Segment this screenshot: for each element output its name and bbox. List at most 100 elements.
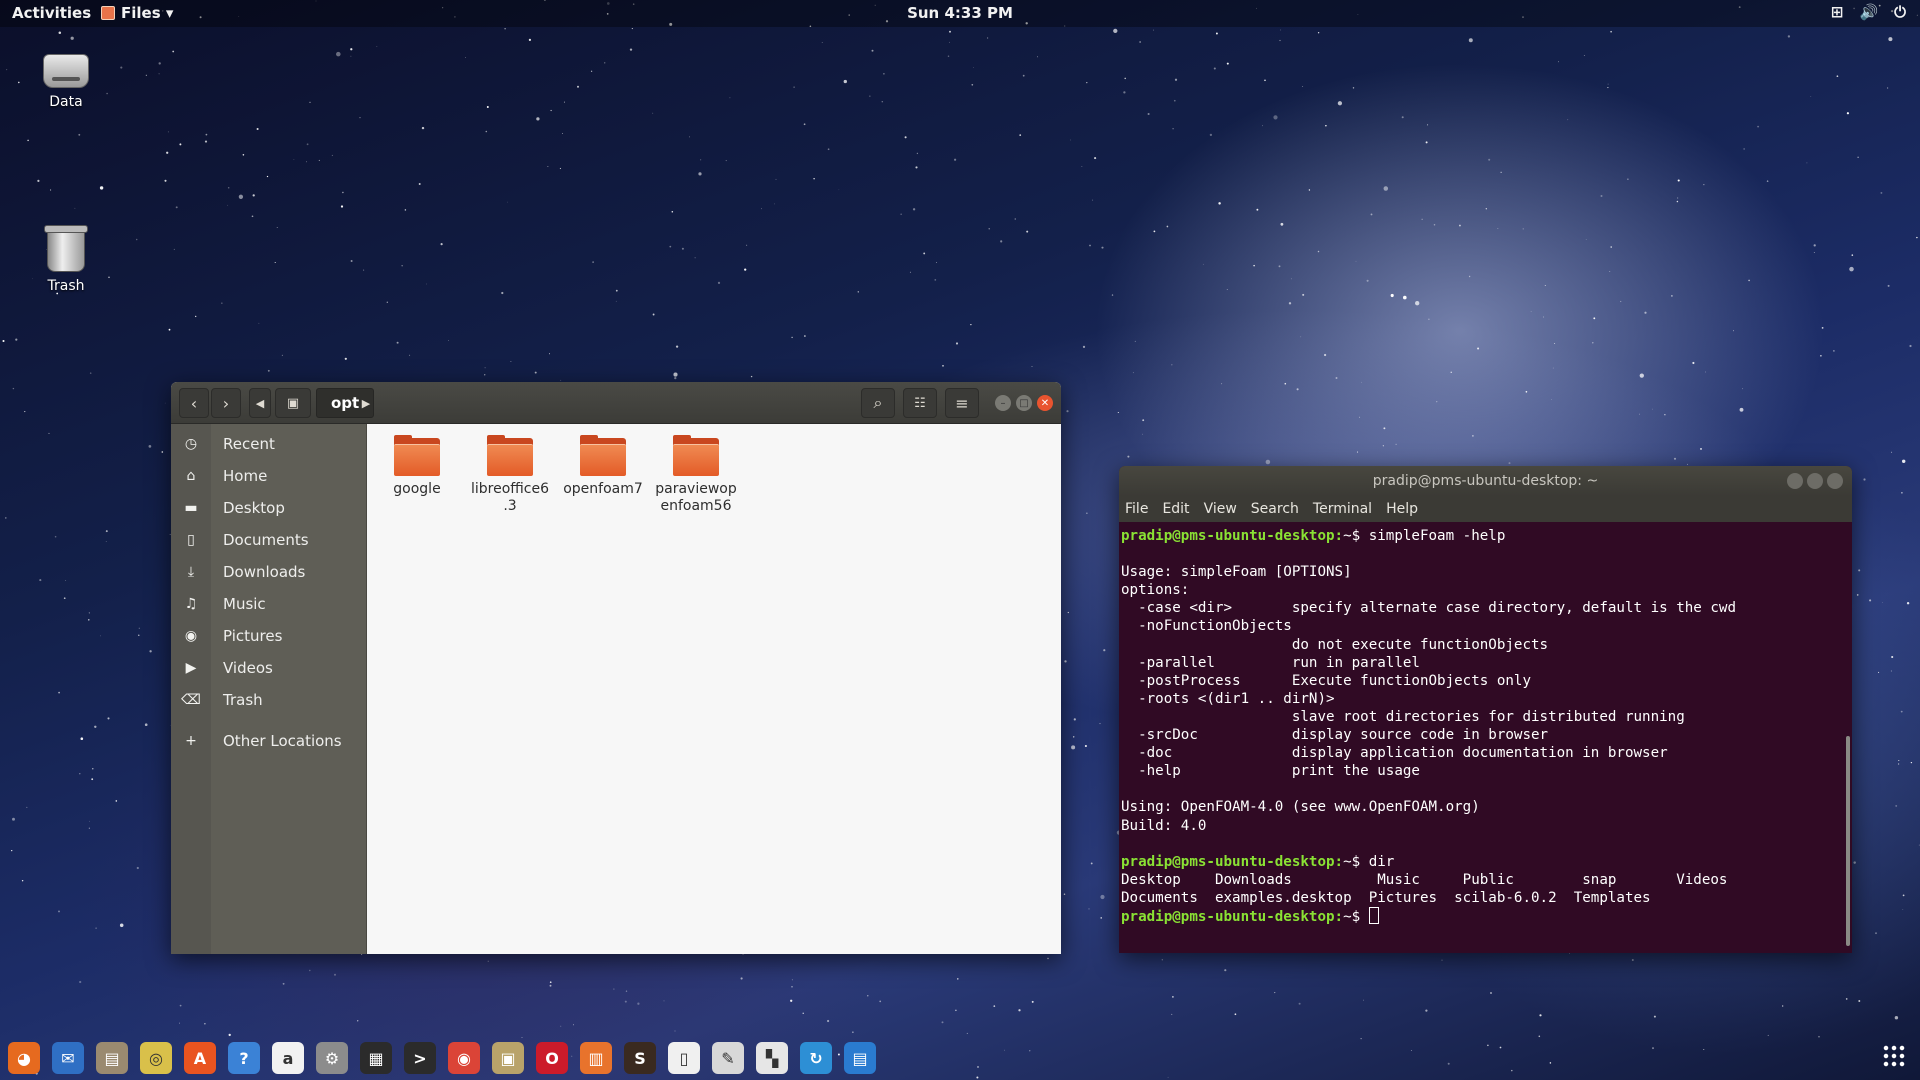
terminal-close-button[interactable] [1827, 473, 1843, 489]
desktop-folder-icon: ▬ [184, 500, 198, 516]
folder-icon [580, 435, 626, 476]
files-headerbar: ‹ › ◀ ▣ opt ▶ ⌕ ☷ ≡ – □ ✕ [171, 382, 1061, 424]
terminal-line: Documents examples.desktop Pictures scil… [1121, 889, 1850, 907]
menu-button[interactable]: ≡ [945, 388, 979, 418]
terminal-line: -doc display application documentation i… [1121, 744, 1850, 762]
help-icon[interactable]: ? [228, 1042, 260, 1074]
desktop-icon-trash[interactable]: Trash [21, 225, 111, 294]
software-center-icon[interactable]: A [184, 1042, 216, 1074]
terminal-menu-help[interactable]: Help [1386, 501, 1418, 517]
firefox-icon[interactable]: ◕ [8, 1042, 40, 1074]
downloads-icon: ⤓ [187, 564, 195, 580]
opera-icon[interactable]: O [536, 1042, 568, 1074]
sidebar-item-videos[interactable]: ▶ Videos [171, 652, 367, 684]
path-root-button[interactable]: ▣ [275, 388, 311, 418]
files-window: ‹ › ◀ ▣ opt ▶ ⌕ ☷ ≡ – □ ✕ ◷ Recent ⌂ Home ▬ D… [171, 382, 1061, 954]
terminal-line: -roots <(dir1 .. dirN)> [1121, 690, 1850, 708]
maximize-button[interactable]: □ [1016, 395, 1032, 411]
terminal-line: -help print the usage [1121, 762, 1850, 780]
terminal-text: options: [1121, 582, 1190, 599]
terminal-window: pradip@pms-ubuntu-desktop: ~ File Edit Vie… [1119, 466, 1852, 953]
terminal-text: -srcDoc display source code in browser [1121, 727, 1549, 744]
folder-item[interactable]: openfoam7 [555, 435, 651, 498]
search-button[interactable]: ⌕ [861, 388, 895, 418]
text-editor-icon[interactable]: ✎ [712, 1042, 744, 1074]
text-document-icon[interactable]: ▯ [668, 1042, 700, 1074]
terminal-maximize-button[interactable] [1807, 473, 1823, 489]
volume-icon[interactable]: 🔊 [1859, 3, 1878, 21]
file-view[interactable]: google libreoffice6.3 openfoam7 paraviewop e… [367, 424, 1061, 954]
updates-icon[interactable]: ↻ [800, 1042, 832, 1074]
sidebar-item-home[interactable]: ⌂ Home [171, 460, 367, 492]
sublime-icon[interactable]: S [624, 1042, 656, 1074]
terminal-line: -srcDoc display source code in browser [1121, 726, 1850, 744]
triangle-right-icon: ▶ [361, 396, 371, 410]
path-scroll-left-button[interactable]: ◀ [249, 388, 271, 418]
amazon-icon[interactable]: a [272, 1042, 304, 1074]
terminal-line: Usage: simpleFoam [OPTIONS] [1121, 563, 1850, 581]
show-applications-icon[interactable] [1882, 1044, 1906, 1068]
power-icon[interactable]: ⏻ [1894, 3, 1906, 21]
terminal-menu-file[interactable]: File [1125, 501, 1148, 517]
folder-name: google [393, 481, 441, 497]
rhythmbox-icon[interactable]: ◎ [140, 1042, 172, 1074]
terminal-text: ~$ simpleFoam -help [1343, 528, 1506, 544]
terminal-scrollbar[interactable] [1846, 736, 1850, 946]
sidebar-item-recent[interactable]: ◷ Recent [171, 428, 367, 460]
terminal-icon[interactable]: > [404, 1042, 436, 1074]
maximize-icon: □ [1019, 397, 1029, 409]
folder-item[interactable]: libreoffice6.3 [462, 435, 558, 515]
folder-item[interactable]: google [369, 435, 465, 498]
chevron-left-icon: ‹ [190, 393, 198, 413]
terminal-menu-view[interactable]: View [1204, 501, 1237, 517]
sidebar-item-label: Home [223, 467, 268, 485]
system-tray[interactable]: ⊞ 🔊 ⏻ [1831, 3, 1906, 21]
sidebar-item-desktop[interactable]: ▬ Desktop [171, 492, 367, 524]
sidebar-item-other-locations[interactable]: + Other Locations [171, 725, 367, 757]
terminal-text: Desktop Downloads Music Public snap Vide… [1121, 871, 1728, 888]
sidebar-item-documents[interactable]: ▯ Documents [171, 524, 367, 556]
view-toggle-button[interactable]: ☷ [903, 388, 937, 418]
thunderbird-icon[interactable]: ✉ [52, 1042, 84, 1074]
desktop-icon-data[interactable]: Data [21, 54, 111, 110]
sidebar-item-label: Pictures [223, 627, 283, 645]
recent-icon: ◷ [184, 436, 198, 452]
places-sidebar: ◷ Recent ⌂ Home ▬ Desktop ▯ Documents ⤓ Downloads… [171, 424, 367, 954]
clock[interactable]: Sun 4:33 PM [0, 4, 1920, 22]
top-bar: Activities Files ▾ Sun 4:33 PM ⊞ 🔊 ⏻ [0, 0, 1920, 27]
libreoffice-impress-icon[interactable]: ▥ [580, 1042, 612, 1074]
network-icon[interactable]: ⊞ [1831, 3, 1844, 21]
chrome-icon[interactable]: ◉ [448, 1042, 480, 1074]
terminal-prompt: pradip@pms-ubuntu-desktop: [1121, 853, 1344, 870]
settings-icon[interactable]: ⚙ [316, 1042, 348, 1074]
plus-icon: + [185, 733, 197, 749]
back-button[interactable]: ‹ [179, 388, 209, 418]
archive-manager-icon[interactable]: ▣ [492, 1042, 524, 1074]
documents-icon: ▯ [187, 532, 195, 548]
minimize-button[interactable]: – [995, 395, 1011, 411]
scilab-icon[interactable]: ▚ [756, 1042, 788, 1074]
forward-button[interactable]: › [211, 388, 241, 418]
files-icon[interactable]: ▤ [96, 1042, 128, 1074]
trash-bin-icon [44, 225, 88, 272]
terminal-output[interactable]: pradip@pms-ubuntu-desktop: ~$ simpleFoam … [1119, 522, 1852, 953]
system-monitor-icon[interactable]: ▦ [360, 1042, 392, 1074]
close-button[interactable]: ✕ [1037, 395, 1053, 411]
sidebar-item-pictures[interactable]: ◉ Pictures [171, 620, 367, 652]
terminal-minimize-button[interactable] [1787, 473, 1803, 489]
folder-item[interactable]: paraviewop enfoam56 [648, 435, 744, 515]
terminal-titlebar[interactable]: pradip@pms-ubuntu-desktop: ~ [1119, 466, 1852, 496]
libreoffice-writer-icon[interactable]: ▤ [844, 1042, 876, 1074]
sidebar-item-downloads[interactable]: ⤓ Downloads [171, 556, 367, 588]
terminal-menu-search[interactable]: Search [1251, 501, 1299, 517]
terminal-text: ~$ [1343, 908, 1369, 925]
sidebar-item-label: Music [223, 595, 266, 613]
terminal-menu-terminal[interactable]: Terminal [1313, 501, 1372, 517]
terminal-menu-edit[interactable]: Edit [1162, 501, 1189, 517]
videos-icon: ▶ [185, 660, 197, 676]
list-view-icon: ☷ [914, 395, 926, 411]
path-scroll-right-button[interactable]: ▶ [355, 388, 377, 418]
terminal-text: -noFunctionObjects [1121, 618, 1292, 635]
sidebar-item-trash[interactable]: ⌫ Trash [171, 684, 367, 716]
sidebar-item-music[interactable]: ♫ Music [171, 588, 367, 620]
